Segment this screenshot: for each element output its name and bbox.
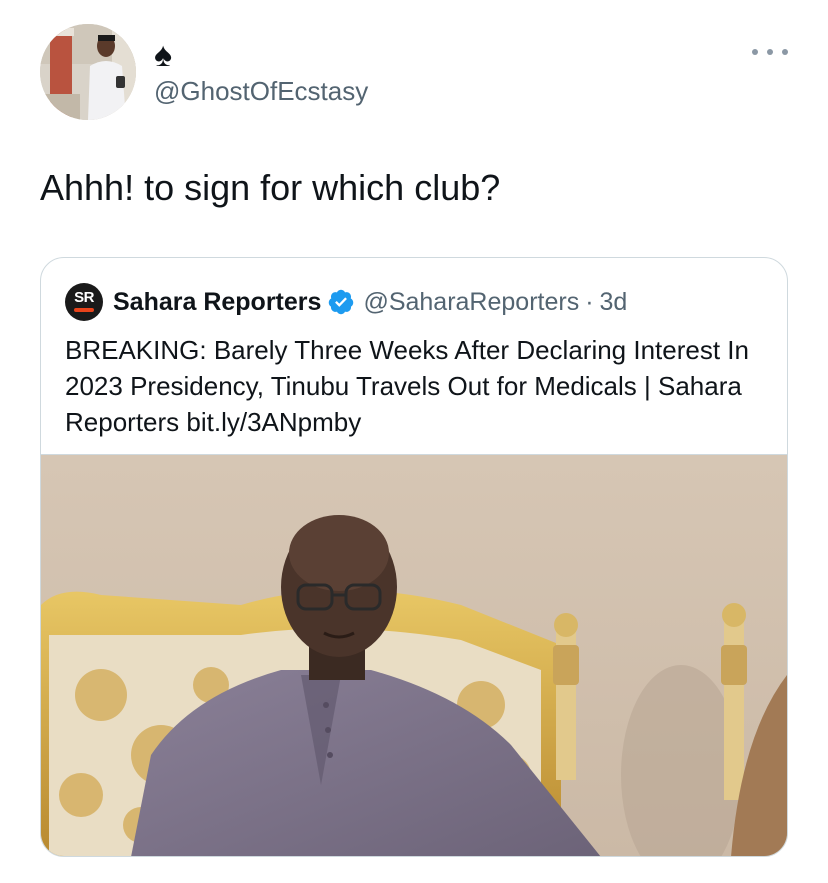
more-dot	[752, 49, 758, 55]
quoted-tweet-card[interactable]: SR Sahara Reporters @SaharaReporters · 3…	[40, 257, 788, 857]
quoted-tweet-text: BREAKING: Barely Three Weeks After Decla…	[65, 335, 749, 437]
author-display-name: ♠	[154, 36, 173, 74]
author-handle[interactable]: @GhostOfEcstasy	[154, 76, 368, 106]
verified-badge-icon	[329, 289, 354, 315]
quoted-tweet-time[interactable]: 3d	[600, 288, 628, 317]
author-avatar[interactable]	[40, 24, 136, 120]
more-dot	[782, 49, 788, 55]
more-options-icon[interactable]	[752, 40, 788, 64]
quoted-tweet-photo[interactable]	[41, 454, 787, 856]
logo-text: SR	[74, 289, 94, 306]
separator-dot: ·	[585, 287, 594, 316]
quoted-tweet-header: SR Sahara Reporters @SaharaReporters · 3…	[65, 282, 627, 322]
tweet-text: Ahhh! to sign for which club?	[40, 167, 501, 208]
quoted-author-handle[interactable]: @SaharaReporters	[363, 288, 579, 317]
sahara-reporters-logo: SR	[65, 283, 103, 321]
more-dot	[767, 49, 773, 55]
quoted-author-name[interactable]: Sahara Reporters	[113, 288, 321, 317]
logo-underline	[74, 308, 94, 312]
